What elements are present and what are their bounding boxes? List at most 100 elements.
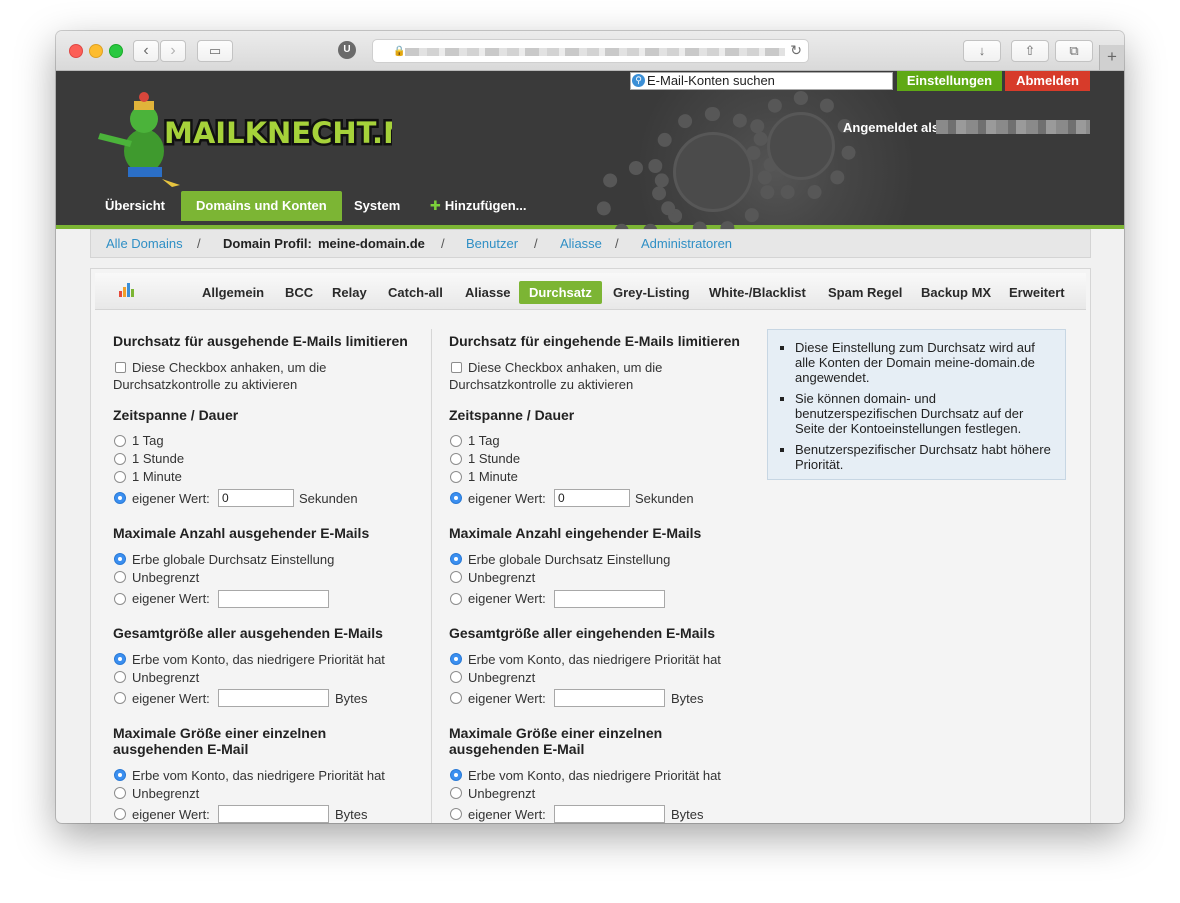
breadcrumb-all-domains[interactable]: Alle Domains: [106, 230, 183, 257]
outgoing-period-minute-radio[interactable]: [114, 471, 126, 483]
close-window-button[interactable]: [69, 44, 83, 58]
site-header: ⚲ E-Mail-Konten suchen Einstellungen Abm…: [56, 71, 1124, 241]
outgoing-single-input[interactable]: [218, 805, 329, 823]
incoming-single-input[interactable]: [554, 805, 665, 823]
incoming-max-inherit-radio[interactable]: [450, 553, 462, 565]
mailknecht-logo[interactable]: MAILKNECHT.NET MAILKNECHT.NET: [92, 89, 450, 189]
account-search-input[interactable]: ⚲ E-Mail-Konten suchen: [630, 72, 893, 90]
unit-label: Bytes: [671, 807, 704, 822]
info-line: Diese Einstellung zum Durchsatz wird auf: [795, 340, 1035, 355]
option-label: 1 Stunde: [132, 451, 185, 466]
tab-durchsatz[interactable]: Durchsatz: [519, 281, 602, 304]
outgoing-total-inherit-radio[interactable]: [114, 653, 126, 665]
minimize-window-button[interactable]: [89, 44, 103, 58]
option-label: 1 Minute: [468, 469, 518, 484]
option-label: eigener Wert:: [132, 807, 210, 822]
option-label: 1 Minute: [132, 469, 182, 484]
breadcrumb-admins[interactable]: Administratoren: [641, 230, 732, 257]
incoming-total-input[interactable]: [554, 689, 665, 707]
option-label: Unbegrenzt: [468, 570, 536, 585]
forward-icon[interactable]: ›: [160, 40, 186, 62]
logout-button[interactable]: Abmelden: [1005, 71, 1090, 91]
incoming-enable-checkbox[interactable]: [451, 362, 462, 373]
breadcrumb-users[interactable]: Benutzer: [466, 230, 518, 257]
nav-uebersicht[interactable]: Übersicht: [105, 191, 165, 221]
tabs-overview-icon[interactable]: ⧉: [1055, 40, 1093, 62]
option-label: Erbe vom Konto, das niedrigere Priorität…: [132, 652, 385, 667]
outgoing-period-day-radio[interactable]: [114, 435, 126, 447]
breadcrumb: Alle Domains / Domain Profil: meine-doma…: [90, 229, 1091, 258]
incoming-total-inherit-radio[interactable]: [450, 653, 462, 665]
search-icon: ⚲: [632, 74, 645, 87]
outgoing-single-title: Maximale Größe einer einzelnen: [113, 725, 327, 741]
plus-icon: ✚: [430, 198, 441, 213]
stats-icon[interactable]: [119, 283, 135, 297]
incoming-period-input[interactable]: 0: [554, 489, 630, 507]
breadcrumb-separator: /: [197, 236, 201, 251]
outgoing-max-inherit-radio[interactable]: [114, 553, 126, 565]
incoming-total-custom-radio[interactable]: [450, 692, 462, 704]
outgoing-total-input[interactable]: [218, 689, 329, 707]
info-line: Priorität.: [795, 457, 844, 472]
address-bar[interactable]: 🔒 ↻: [372, 39, 809, 63]
outgoing-single-inherit-radio[interactable]: [114, 769, 126, 781]
outgoing-total-custom-radio[interactable]: [114, 692, 126, 704]
logged-in-label: Angemeldet als: [843, 120, 940, 135]
tab-catch-all[interactable]: Catch-all: [388, 281, 443, 304]
incoming-single-custom-radio[interactable]: [450, 808, 462, 820]
nav-system[interactable]: System: [354, 191, 400, 221]
outgoing-single-unlimited-radio[interactable]: [114, 787, 126, 799]
outgoing-max-custom-radio[interactable]: [114, 593, 126, 605]
option-label: eigener Wert:: [132, 691, 210, 706]
settings-button[interactable]: Einstellungen: [897, 71, 1002, 91]
incoming-period-day-radio[interactable]: [450, 435, 462, 447]
option-label: Erbe vom Konto, das niedrigere Priorität…: [132, 768, 385, 783]
outgoing-max-input[interactable]: [218, 590, 329, 608]
incoming-single-unlimited-radio[interactable]: [450, 787, 462, 799]
sidebar-icon[interactable]: ▭: [197, 40, 233, 62]
tab-allgemein[interactable]: Allgemein: [202, 281, 264, 304]
option-label: 1 Stunde: [468, 451, 521, 466]
lock-icon: 🔒: [393, 46, 406, 57]
tab-bcc[interactable]: BCC: [285, 281, 313, 304]
outgoing-period-hour-radio[interactable]: [114, 453, 126, 465]
incoming-max-input[interactable]: [554, 590, 665, 608]
outgoing-period-input[interactable]: 0: [218, 489, 294, 507]
tab-spam-regel[interactable]: Spam Regel: [828, 281, 902, 304]
nav-hinzufuegen-label: Hinzufügen...: [444, 198, 527, 213]
incoming-period-minute-radio[interactable]: [450, 471, 462, 483]
reader-extension-icon[interactable]: U: [338, 41, 356, 59]
download-icon[interactable]: ↓: [963, 40, 1001, 62]
outgoing-enable-checkbox[interactable]: [115, 362, 126, 373]
breadcrumb-domain: meine-domain.de: [318, 236, 425, 251]
nav-domains-und-konten[interactable]: Domains und Konten: [181, 191, 342, 221]
option-label: eigener Wert:: [468, 807, 546, 822]
tab-white-blacklist[interactable]: White-/Blacklist: [709, 281, 806, 304]
share-icon[interactable]: ⇧: [1011, 40, 1049, 62]
search-placeholder: E-Mail-Konten suchen: [647, 73, 775, 88]
tab-relay[interactable]: Relay: [332, 281, 367, 304]
unit-label: Bytes: [671, 691, 704, 706]
outgoing-period-custom-radio[interactable]: [114, 492, 126, 504]
tab-backup-mx[interactable]: Backup MX: [921, 281, 991, 304]
reload-icon[interactable]: ↻: [790, 42, 802, 59]
incoming-max-unlimited-radio[interactable]: [450, 571, 462, 583]
incoming-single-inherit-radio[interactable]: [450, 769, 462, 781]
tab-erweitert[interactable]: Erweitert: [1009, 281, 1065, 304]
outgoing-single-custom-radio[interactable]: [114, 808, 126, 820]
incoming-total-unlimited-radio[interactable]: [450, 671, 462, 683]
tab-aliasse[interactable]: Aliasse: [465, 281, 511, 304]
outgoing-total-unlimited-radio[interactable]: [114, 671, 126, 683]
incoming-period-hour-radio[interactable]: [450, 453, 462, 465]
breadcrumb-aliases[interactable]: Aliasse: [560, 230, 602, 257]
browser-window: ‹ › ▭ U 🔒 ↻ ↓ ⇧ ⧉ + ⚲ E-Mail-Konten such…: [56, 31, 1124, 823]
incoming-max-custom-radio[interactable]: [450, 593, 462, 605]
nav-hinzufuegen[interactable]: ✚ Hinzufügen...: [430, 191, 527, 221]
back-icon[interactable]: ‹: [133, 40, 159, 62]
incoming-period-custom-radio[interactable]: [450, 492, 462, 504]
new-tab-icon[interactable]: +: [1099, 45, 1124, 70]
outgoing-max-unlimited-radio[interactable]: [114, 571, 126, 583]
tab-grey-listing[interactable]: Grey-Listing: [613, 281, 690, 304]
info-line: benutzerspezifischen Durchsatz auf der: [795, 406, 1024, 421]
zoom-window-button[interactable]: [109, 44, 123, 58]
